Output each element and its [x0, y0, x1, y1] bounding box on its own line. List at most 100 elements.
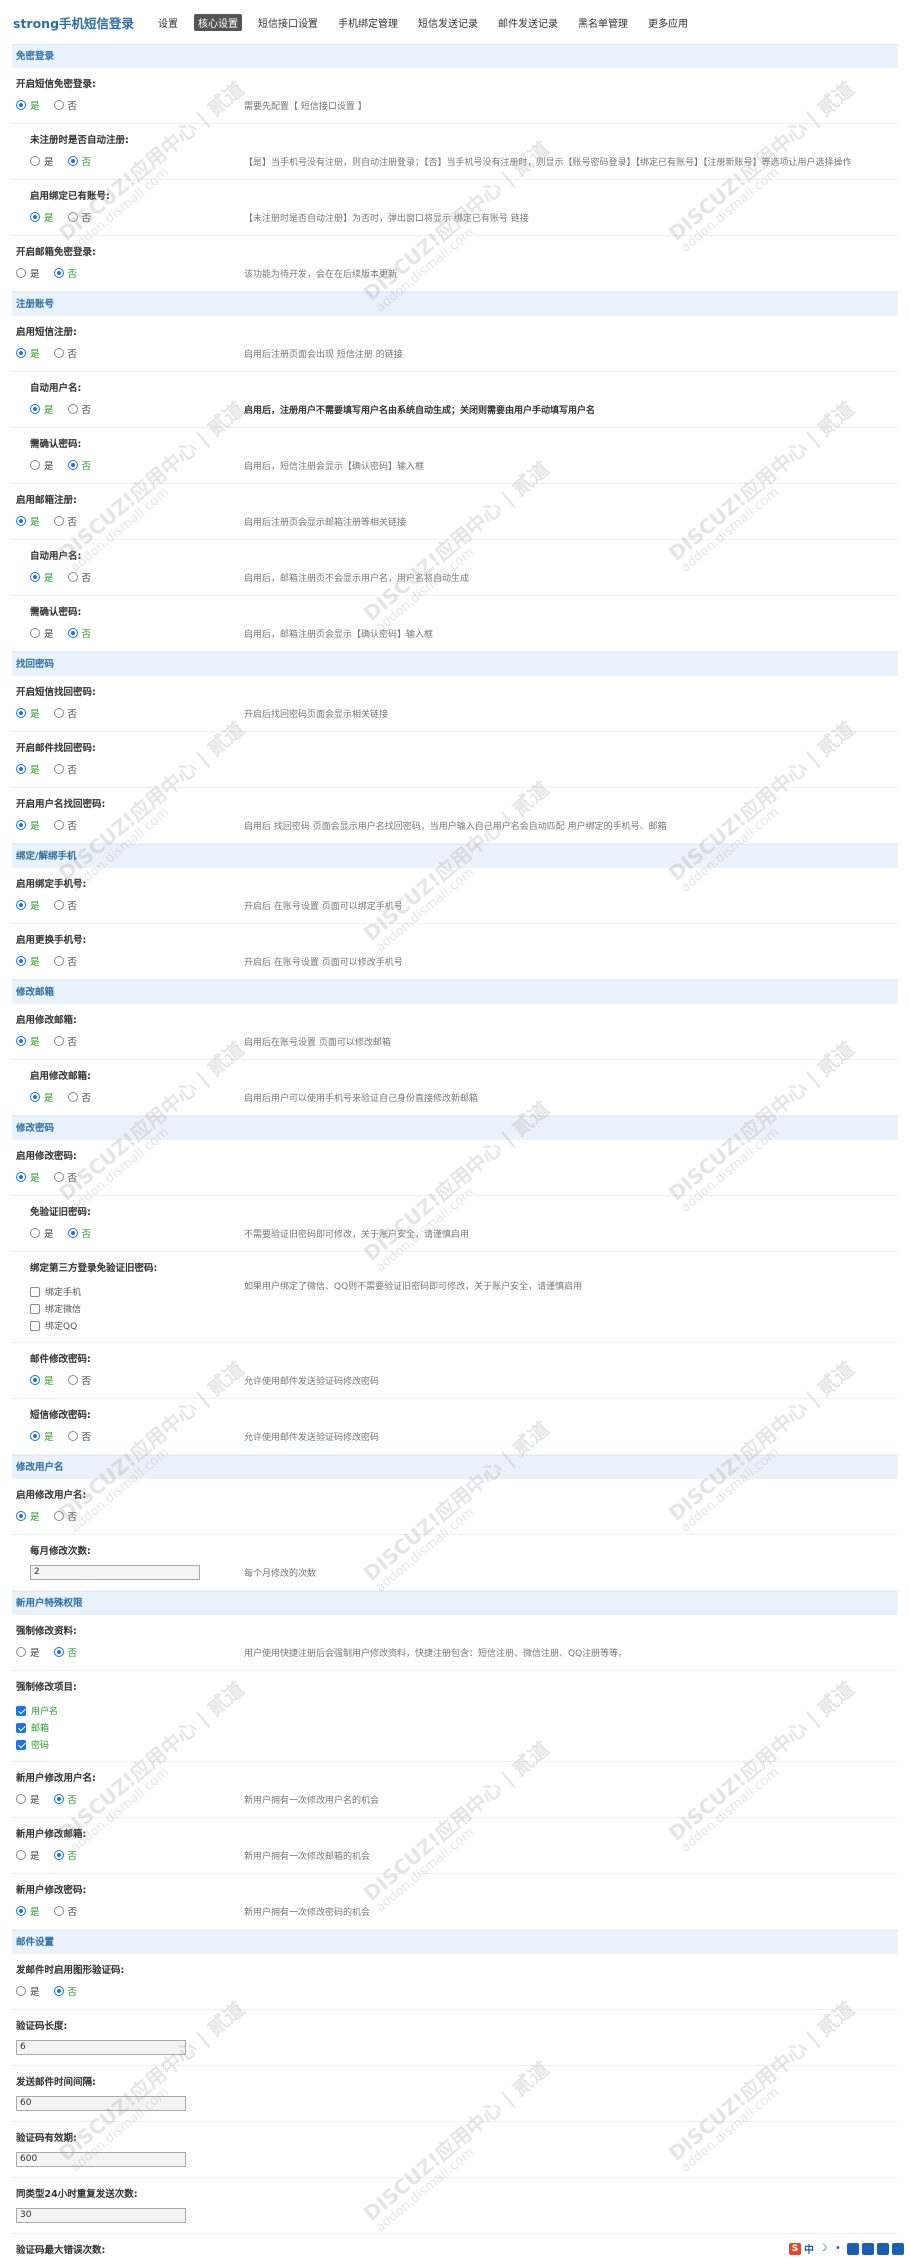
radio-button[interactable] — [16, 900, 26, 910]
moon-icon[interactable]: ☽ — [817, 2242, 829, 2255]
radio-button[interactable] — [67, 1431, 78, 1441]
radio-option[interactable]: 是 — [16, 1034, 40, 1048]
radio-button[interactable] — [53, 900, 64, 910]
radio-button[interactable] — [53, 100, 64, 110]
radio-option[interactable]: 是 — [30, 570, 54, 584]
text-input[interactable]: 2 — [30, 1564, 200, 1580]
radio-option[interactable]: 是 — [16, 1904, 40, 1918]
radio-option[interactable]: 是 — [16, 898, 40, 912]
radio-option[interactable]: 否 — [53, 346, 77, 360]
keyboard-icon[interactable] — [862, 2242, 874, 2255]
radio-button[interactable] — [30, 572, 40, 582]
radio-button[interactable] — [16, 1511, 26, 1521]
radio-option[interactable]: 是 — [30, 1429, 54, 1443]
radio-button[interactable] — [67, 460, 78, 470]
radio-option[interactable]: 是 — [30, 1226, 54, 1240]
checkbox-option[interactable]: 绑定QQ — [30, 1317, 77, 1334]
radio-button[interactable] — [16, 1647, 26, 1657]
radio-option[interactable]: 否 — [53, 762, 77, 776]
radio-button[interactable] — [53, 764, 64, 774]
checkbox-option[interactable]: 密码 — [16, 1736, 49, 1753]
radio-option[interactable]: 是 — [16, 706, 40, 720]
radio-option[interactable]: 是 — [16, 1509, 40, 1523]
checkbox[interactable] — [30, 1320, 40, 1331]
radio-button[interactable] — [16, 268, 26, 278]
checkbox-option[interactable]: 绑定手机 — [30, 1283, 81, 1300]
radio-option[interactable]: 是 — [16, 346, 40, 360]
radio-button[interactable] — [67, 404, 78, 414]
checkbox[interactable] — [16, 1739, 26, 1750]
sogou-badge-icon[interactable]: S — [789, 2242, 801, 2255]
radio-option[interactable]: 否 — [53, 818, 77, 832]
radio-button[interactable] — [16, 764, 26, 774]
radio-button[interactable] — [67, 1092, 78, 1102]
radio-option[interactable]: 否 — [67, 1090, 91, 1104]
shirt-icon[interactable] — [877, 2242, 889, 2255]
radio-option[interactable]: 否 — [67, 1226, 91, 1240]
radio-option[interactable]: 否 — [53, 1848, 77, 1862]
text-input[interactable]: 6 — [16, 2039, 186, 2055]
radio-option[interactable]: 否 — [53, 1034, 77, 1048]
radio-option[interactable]: 否 — [53, 954, 77, 968]
ime-lang-label[interactable]: 中 — [804, 2241, 814, 2256]
radio-option[interactable]: 是 — [16, 762, 40, 776]
radio-button[interactable] — [53, 348, 64, 358]
radio-button[interactable] — [53, 1986, 64, 1996]
radio-option[interactable]: 否 — [67, 1373, 91, 1387]
nav-link[interactable]: 核心设置 — [194, 13, 243, 31]
radio-button[interactable] — [67, 628, 78, 638]
radio-option[interactable]: 是 — [16, 954, 40, 968]
radio-button[interactable] — [16, 1986, 26, 1996]
nav-link[interactable]: 黑名单管理 — [574, 14, 632, 31]
radio-option[interactable]: 是 — [30, 154, 54, 168]
radio-button[interactable] — [16, 1850, 26, 1860]
checkbox-option[interactable]: 邮箱 — [16, 1719, 49, 1736]
checkbox[interactable] — [30, 1303, 40, 1314]
radio-option[interactable]: 是 — [30, 402, 54, 416]
radio-option[interactable]: 是 — [16, 514, 40, 528]
radio-button[interactable] — [16, 1906, 26, 1916]
radio-option[interactable]: 否 — [67, 154, 91, 168]
text-input[interactable]: 30 — [16, 2207, 186, 2223]
radio-button[interactable] — [53, 1036, 64, 1046]
checkbox[interactable] — [30, 1286, 40, 1297]
nav-link[interactable]: 设置 — [154, 14, 182, 31]
radio-button[interactable] — [53, 1647, 64, 1657]
radio-button[interactable] — [67, 212, 78, 222]
radio-button[interactable] — [53, 820, 64, 830]
nav-link[interactable]: 更多应用 — [644, 14, 692, 31]
radio-button[interactable] — [30, 156, 40, 166]
radio-option[interactable]: 是 — [16, 1645, 40, 1659]
radio-option[interactable]: 是 — [16, 1984, 40, 1998]
radio-option[interactable]: 是 — [30, 1090, 54, 1104]
radio-button[interactable] — [16, 956, 26, 966]
radio-button[interactable] — [30, 1375, 40, 1385]
radio-button[interactable] — [30, 1431, 40, 1441]
radio-button[interactable] — [30, 404, 40, 414]
radio-button[interactable] — [53, 1172, 64, 1182]
radio-option[interactable]: 否 — [53, 706, 77, 720]
radio-button[interactable] — [16, 1794, 26, 1804]
radio-button[interactable] — [16, 1172, 26, 1182]
radio-button[interactable] — [30, 628, 40, 638]
radio-option[interactable]: 是 — [16, 98, 40, 112]
radio-option[interactable]: 否 — [53, 98, 77, 112]
radio-button[interactable] — [16, 1036, 26, 1046]
dot-icon[interactable]: • — [832, 2242, 844, 2255]
radio-button[interactable] — [16, 100, 26, 110]
radio-button[interactable] — [30, 1228, 40, 1238]
radio-option[interactable]: 是 — [30, 210, 54, 224]
radio-option[interactable]: 是 — [16, 266, 40, 280]
grid-icon[interactable] — [892, 2242, 904, 2255]
radio-option[interactable]: 是 — [16, 1170, 40, 1184]
radio-option[interactable]: 否 — [53, 1645, 77, 1659]
radio-button[interactable] — [30, 212, 40, 222]
radio-button[interactable] — [53, 1850, 64, 1860]
radio-option[interactable]: 否 — [67, 402, 91, 416]
checkbox-option[interactable]: 绑定微信 — [30, 1300, 81, 1317]
radio-button[interactable] — [67, 156, 78, 166]
radio-option[interactable]: 否 — [67, 1429, 91, 1443]
nav-link[interactable]: 邮件发送记录 — [494, 14, 562, 31]
text-input[interactable]: 60 — [16, 2095, 186, 2111]
nav-link[interactable]: 手机绑定管理 — [334, 14, 402, 31]
